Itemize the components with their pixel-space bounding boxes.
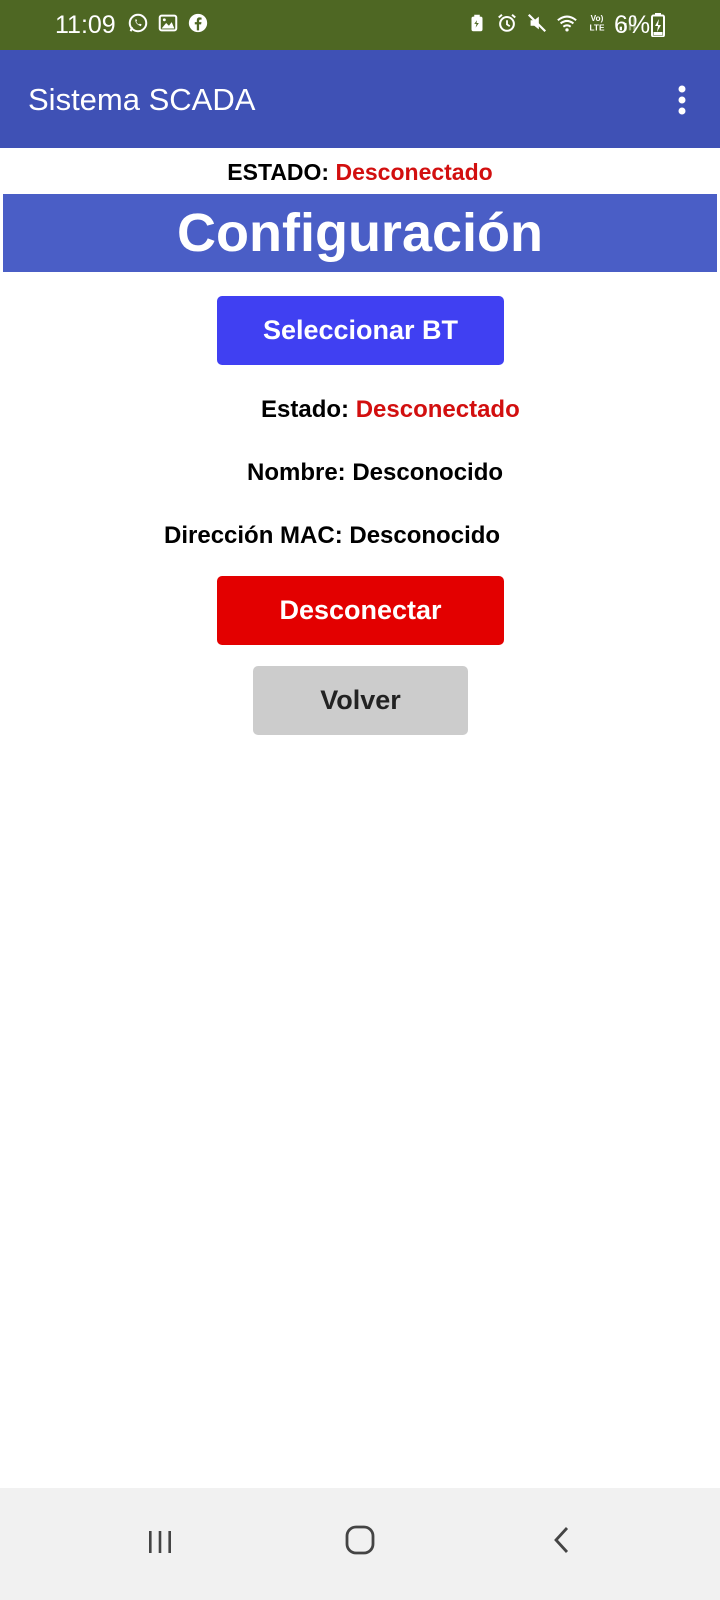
battery-charging-icon	[651, 13, 665, 37]
back-icon[interactable]	[545, 1522, 581, 1558]
device-mac: Dirección MAC: Desconocido	[164, 519, 500, 553]
system-icons: Vo) LTE	[466, 12, 638, 34]
battery-saver-icon	[471, 14, 483, 32]
section-title: Configuración	[3, 194, 717, 272]
connection-status-label: ESTADO:	[227, 159, 330, 185]
navigation-bar	[0, 1488, 720, 1600]
device-name-label: Nombre:	[247, 459, 346, 486]
device-state-value: Desconectado	[355, 396, 520, 423]
mute-icon	[527, 13, 547, 33]
whatsapp-icon	[128, 13, 148, 33]
device-state-label: Estado:	[261, 396, 350, 423]
device-name-value: Desconocido	[352, 459, 504, 486]
more-vert-icon	[678, 85, 686, 115]
device-mac-label: Dirección MAC:	[164, 522, 343, 549]
device-state: Estado: Desconectado	[261, 393, 520, 427]
connection-status-value: Desconectado	[335, 159, 493, 185]
screen: 11:09 Vo) LTE 6% Sistema SCADA ESTADO: D…	[0, 0, 720, 1600]
device-name: Nombre: Desconocido	[247, 456, 503, 490]
connection-status: ESTADO: Desconectado	[0, 155, 720, 189]
back-button[interactable]: Volver	[253, 666, 468, 735]
home-icon[interactable]	[342, 1522, 378, 1558]
svg-text:Vo): Vo)	[591, 14, 604, 23]
volte-icon: Vo) LTE	[590, 14, 605, 32]
notification-icons	[127, 12, 209, 34]
disconnect-button[interactable]: Desconectar	[217, 576, 504, 645]
alarm-icon	[498, 13, 516, 32]
app-title: Sistema SCADA	[28, 82, 256, 117]
gallery-icon	[158, 14, 178, 32]
status-bar: 11:09 Vo) LTE 6%	[0, 0, 720, 50]
status-time: 11:09	[55, 11, 116, 39]
app-bar: Sistema SCADA	[0, 50, 720, 148]
recent-apps-icon[interactable]	[142, 1524, 178, 1560]
device-mac-value: Desconocido	[349, 522, 501, 549]
battery-percent: 6%	[614, 11, 651, 39]
wifi-icon	[557, 15, 577, 32]
facebook-icon	[188, 13, 208, 33]
select-bt-button[interactable]: Seleccionar BT	[217, 296, 504, 365]
svg-text:LTE: LTE	[590, 23, 605, 32]
overflow-menu-button[interactable]	[660, 78, 704, 122]
